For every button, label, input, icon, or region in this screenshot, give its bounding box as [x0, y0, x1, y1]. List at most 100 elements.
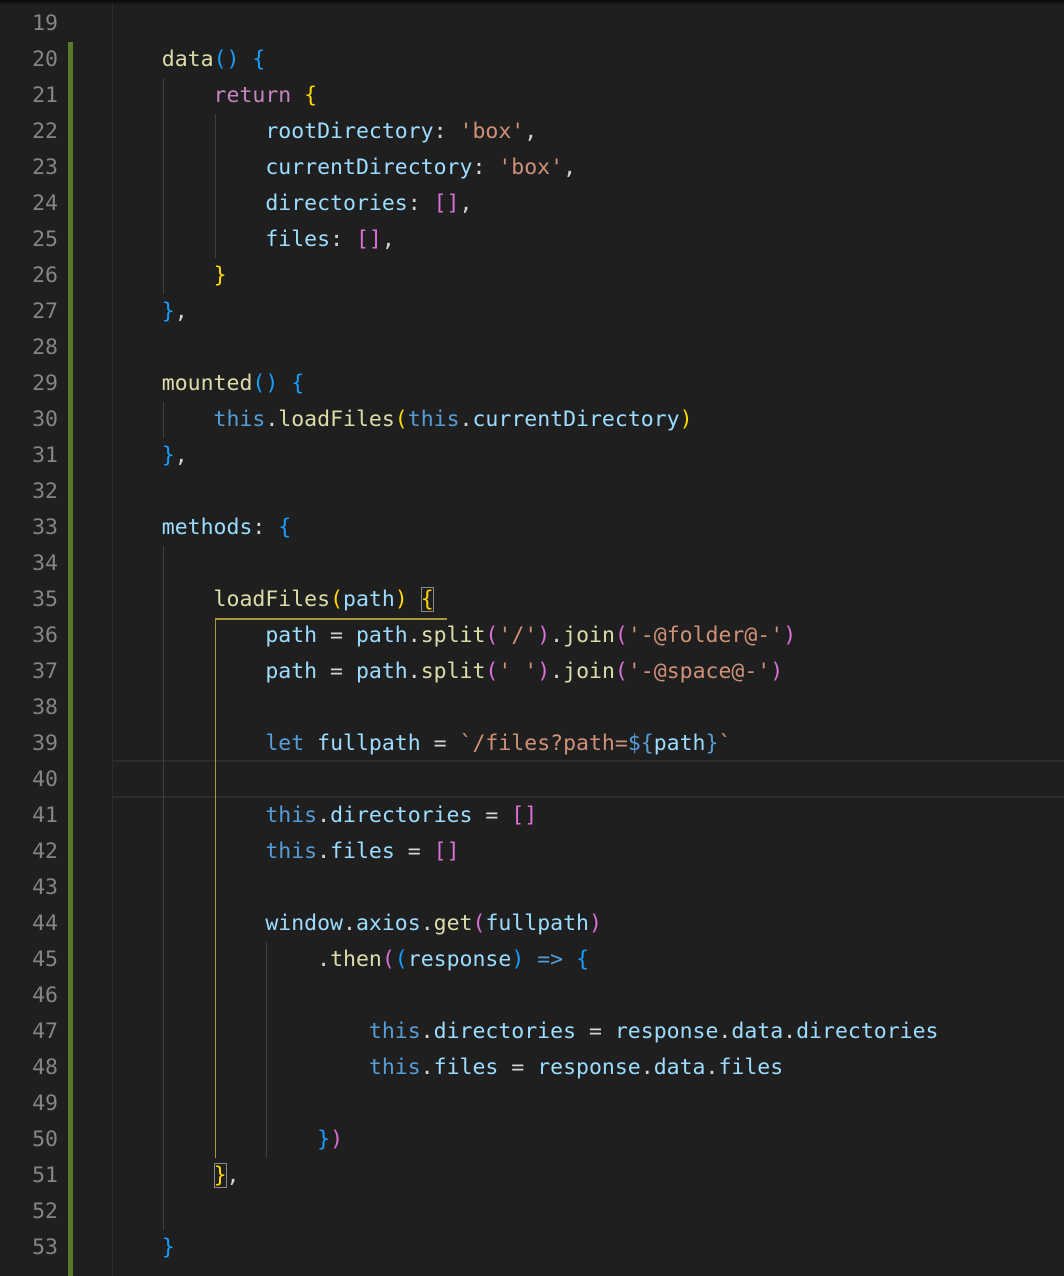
code-line[interactable]: this.loadFiles(this.currentDirectory): [110, 402, 693, 438]
code-token: 'box': [498, 155, 564, 180]
code-token: .: [420, 1019, 434, 1044]
code-line[interactable]: loadFiles(path) {: [110, 582, 434, 618]
code-token: path: [355, 659, 408, 684]
code-token: =: [317, 623, 356, 648]
code-token: files: [110, 227, 331, 252]
code-token: ,: [174, 299, 188, 324]
code-token: (: [485, 659, 499, 684]
current-line-highlight: [112, 760, 1064, 798]
code-line[interactable]: directories: [],: [110, 186, 472, 222]
line-number: 53: [32, 1235, 58, 1260]
code-line[interactable]: this.files = response.data.files: [110, 1050, 783, 1086]
bracket-pair-connector: [214, 618, 447, 620]
code-line[interactable]: this.directories = []: [110, 798, 537, 834]
code-token: ): [511, 947, 525, 972]
code-token: response: [407, 947, 512, 972]
code-token: let: [110, 731, 305, 756]
code-token: join: [563, 623, 615, 648]
line-number: 35: [32, 587, 58, 612]
line-number: 19: [32, 11, 58, 36]
code-token: path: [110, 623, 318, 648]
indent-guide: [162, 78, 164, 294]
code-token: (: [381, 947, 395, 972]
code-editor[interactable]: 19 20 21 22 23 24 25 26 27 28 29 30 31 32 33 34 35 36 37 38…: [0, 4, 1064, 1276]
code-line[interactable]: }): [110, 1122, 343, 1158]
code-token: data: [731, 1019, 784, 1044]
code-token: `: [718, 731, 732, 756]
code-line[interactable]: this.directories = response.data.directo…: [110, 1014, 939, 1050]
code-token: :: [433, 119, 460, 144]
code-line[interactable]: path = path.split(' ').join('-@space@-'): [110, 654, 783, 690]
code-token: path: [653, 731, 706, 756]
code-token: }: [705, 731, 719, 756]
code-token: (: [485, 623, 499, 648]
code-token: .: [420, 911, 434, 936]
line-number: 28: [32, 335, 58, 360]
line-number: 52: [32, 1199, 58, 1224]
code-line[interactable]: rootDirectory: 'box',: [110, 114, 537, 150]
code-token: data: [110, 47, 214, 72]
code-token: {: [252, 47, 266, 72]
code-line[interactable]: }: [110, 1230, 175, 1266]
code-token: (: [472, 911, 486, 936]
editor-top-shadow: [0, 0, 1064, 6]
code-token: directories: [110, 191, 408, 216]
code-line[interactable]: data() {: [110, 42, 266, 78]
code-token: ): [537, 659, 551, 684]
code-token: ,: [524, 119, 538, 144]
code-line[interactable]: let fullpath = `/files?path=${path}`: [110, 726, 731, 762]
code-token: {: [291, 371, 305, 396]
code-token: =: [394, 839, 434, 864]
code-token: this: [407, 407, 460, 432]
code-token: fullpath: [317, 731, 421, 756]
code-line[interactable]: return {: [110, 78, 318, 114]
code-line[interactable]: }: [110, 258, 227, 294]
code-token: ,: [226, 1163, 240, 1188]
line-number: 29: [32, 371, 58, 396]
code-token: :: [407, 191, 434, 216]
code-token: (: [614, 623, 628, 648]
code-line[interactable]: files: [],: [110, 222, 394, 258]
code-line[interactable]: path = path.split('/').join('-@folder@-'…: [110, 618, 796, 654]
code-token: ,: [174, 443, 188, 468]
code-token: }: [161, 443, 175, 468]
code-token: ): [679, 407, 693, 432]
code-line[interactable]: currentDirectory: 'box',: [110, 150, 576, 186]
code-token: ): [770, 659, 784, 684]
code-token: get: [433, 911, 473, 936]
code-token: this: [110, 1019, 421, 1044]
code-token: ): [537, 623, 551, 648]
code-line[interactable]: window.axios.get(fullpath): [110, 906, 602, 942]
indent-guide: [162, 402, 164, 438]
code-line[interactable]: methods: {: [110, 510, 291, 546]
line-number: 33: [32, 515, 58, 540]
git-modified-indicator: [68, 42, 73, 1276]
code-token: }: [161, 299, 175, 324]
code-line[interactable]: mounted() {: [110, 366, 304, 402]
code-token: []: [433, 839, 460, 864]
code-token: .: [550, 623, 564, 648]
code-line[interactable]: },: [110, 438, 188, 474]
line-number: 23: [32, 155, 58, 180]
code-token: ' ': [498, 659, 538, 684]
code-token: path: [343, 587, 395, 612]
code-token: .: [265, 407, 279, 432]
indent-guide: [162, 546, 164, 1230]
line-number: 42: [32, 839, 58, 864]
code-token: =: [317, 659, 356, 684]
code-line[interactable]: },: [110, 294, 188, 330]
code-token: ): [394, 587, 408, 612]
code-token: then: [330, 947, 382, 972]
code-token: '/': [498, 623, 538, 648]
code-token: ,: [563, 155, 577, 180]
code-line[interactable]: },: [110, 1158, 239, 1194]
code-token: this: [110, 1055, 421, 1080]
code-token: return: [110, 83, 292, 108]
code-token: }: [161, 1235, 175, 1260]
code-line[interactable]: .then((response) => {: [110, 942, 589, 978]
